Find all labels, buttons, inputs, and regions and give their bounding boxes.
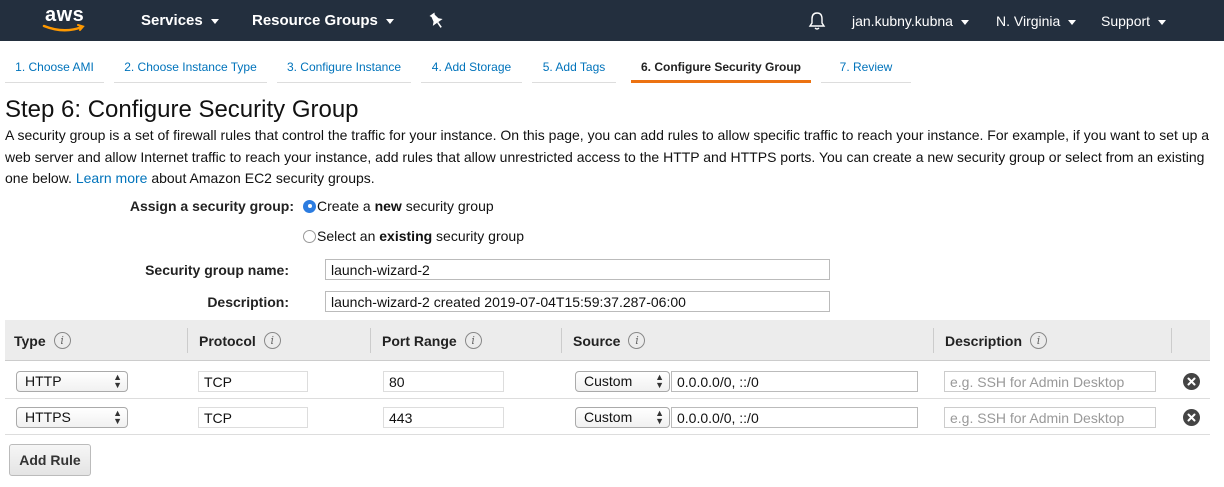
region-menu-label: N. Virginia (996, 13, 1061, 29)
top-navigation-bar: aws Services Resource Groups jan.kubny.k… (0, 0, 1224, 41)
description-label: Description: (207, 294, 289, 310)
user-menu[interactable]: jan.kubny.kubna (852, 13, 969, 29)
select-arrows-icon: ▲ ▼ (655, 372, 664, 390)
column-source: Source i (573, 332, 646, 349)
protocol-field[interactable]: TCP (198, 407, 308, 428)
remove-rule-icon[interactable] (1183, 409, 1200, 426)
tab-add-tags[interactable]: 5. Add Tags (532, 55, 616, 83)
tab-choose-instance-type[interactable]: 2. Choose Instance Type (114, 55, 267, 83)
port-range-input[interactable]: 443 (383, 407, 504, 428)
aws-smile-icon (42, 24, 85, 32)
type-select-value: HTTP (25, 373, 62, 389)
column-protocol: Protocol i (199, 332, 281, 349)
protocol-field[interactable]: TCP (198, 371, 308, 392)
resource-groups-menu[interactable]: Resource Groups (252, 12, 394, 29)
support-menu-label: Support (1101, 13, 1151, 29)
source-type-value: Custom (584, 373, 633, 389)
radio-button-selected[interactable] (303, 199, 316, 213)
radio-create-new-pre: Create a (317, 198, 375, 214)
radio-create-new[interactable]: Create a new security group (303, 198, 494, 214)
table-row: HTTP ▲ ▼ TCP 80 Custom ▲ ▼ 0.0.0.0/0, ::/0… (5, 363, 1210, 399)
source-type-select[interactable]: Custom ▲ ▼ (575, 407, 670, 428)
info-icon[interactable]: i (464, 332, 482, 349)
assign-security-group-label: Assign a security group: (129, 198, 294, 214)
info-icon[interactable]: i (263, 332, 281, 349)
security-group-name-label: Security group name: (145, 262, 289, 278)
column-source-label: Source (573, 332, 621, 349)
rule-description-input[interactable]: e.g. SSH for Admin Desktop (944, 407, 1156, 428)
radio-create-new-bold: new (374, 198, 402, 214)
security-group-name-input[interactable] (325, 259, 830, 280)
pin-icon[interactable] (428, 12, 444, 35)
tab-add-storage[interactable]: 4. Add Storage (421, 55, 522, 83)
type-select[interactable]: HTTPS ▲ ▼ (16, 407, 128, 428)
info-icon[interactable]: i (628, 332, 646, 349)
radio-select-existing[interactable]: Select an existing security group (303, 228, 524, 244)
select-arrows-icon: ▲ ▼ (113, 408, 122, 426)
select-arrows-icon: ▲ ▼ (113, 372, 122, 390)
support-menu[interactable]: Support (1101, 13, 1167, 29)
column-protocol-label: Protocol (199, 332, 256, 349)
column-divider (187, 328, 188, 353)
column-type: Type i (14, 332, 71, 349)
region-menu[interactable]: N. Virginia (996, 13, 1077, 29)
chevron-down-icon (1068, 19, 1077, 25)
tab-choose-ami[interactable]: 1. Choose AMI (5, 55, 104, 83)
chevron-down-icon (210, 19, 219, 24)
remove-rule-icon[interactable] (1183, 373, 1200, 390)
table-row: HTTPS ▲ ▼ TCP 443 Custom ▲ ▼ 0.0.0.0/0, ::… (5, 399, 1210, 435)
services-menu[interactable]: Services (141, 12, 219, 29)
column-divider (1171, 328, 1172, 353)
add-rule-button[interactable]: Add Rule (9, 444, 91, 476)
radio-existing-pre: Select an (317, 228, 380, 244)
rule-description-input[interactable]: e.g. SSH for Admin Desktop (944, 371, 1156, 392)
user-menu-label: jan.kubny.kubna (852, 13, 953, 29)
column-port-range-label: Port Range (382, 332, 457, 349)
column-divider (370, 328, 371, 353)
source-input[interactable]: 0.0.0.0/0, ::/0 (671, 371, 918, 392)
description-input[interactable] (325, 291, 830, 312)
select-arrows-icon: ▲ ▼ (655, 408, 664, 426)
source-input[interactable]: 0.0.0.0/0, ::/0 (671, 407, 918, 428)
bell-icon[interactable] (808, 11, 826, 36)
description-text-end: about Amazon EC2 security groups. (151, 170, 375, 186)
type-select-value: HTTPS (25, 409, 71, 425)
source-type-value: Custom (584, 409, 633, 425)
tab-configure-security-group[interactable]: 6. Configure Security Group (631, 55, 811, 83)
page-title: Step 6: Configure Security Group (5, 96, 359, 123)
rules-table-header: Type i Protocol i Port Range i Source i … (5, 320, 1210, 361)
learn-more-link[interactable]: Learn more (76, 170, 148, 186)
column-port-range: Port Range i (382, 332, 482, 349)
services-menu-label: Services (141, 12, 203, 29)
wizard-steps: 1. Choose AMI 2. Choose Instance Type 3.… (0, 55, 1224, 83)
resource-groups-label: Resource Groups (252, 12, 378, 29)
column-type-label: Type (14, 332, 46, 349)
radio-create-new-post: security group (401, 198, 494, 214)
column-divider (933, 328, 934, 353)
port-range-input[interactable]: 80 (383, 371, 504, 392)
type-select[interactable]: HTTP ▲ ▼ (16, 371, 128, 392)
column-description-label: Description (945, 332, 1023, 349)
page-description: A security group is a set of firewall ru… (5, 125, 1215, 190)
chevron-down-icon (385, 19, 394, 24)
info-icon[interactable]: i (1030, 332, 1048, 349)
radio-existing-post: security group (432, 228, 524, 244)
radio-button[interactable] (303, 229, 316, 243)
radio-existing-bold: existing (379, 228, 433, 244)
info-icon[interactable]: i (53, 332, 71, 349)
column-divider (561, 328, 562, 353)
chevron-down-icon (1158, 19, 1167, 25)
tab-review[interactable]: 7. Review (821, 55, 911, 83)
aws-logo[interactable]: aws (42, 4, 90, 36)
chevron-down-icon (960, 19, 969, 25)
source-type-select[interactable]: Custom ▲ ▼ (575, 371, 670, 392)
column-description: Description i (945, 332, 1048, 349)
tab-configure-instance[interactable]: 3. Configure Instance (277, 55, 411, 83)
